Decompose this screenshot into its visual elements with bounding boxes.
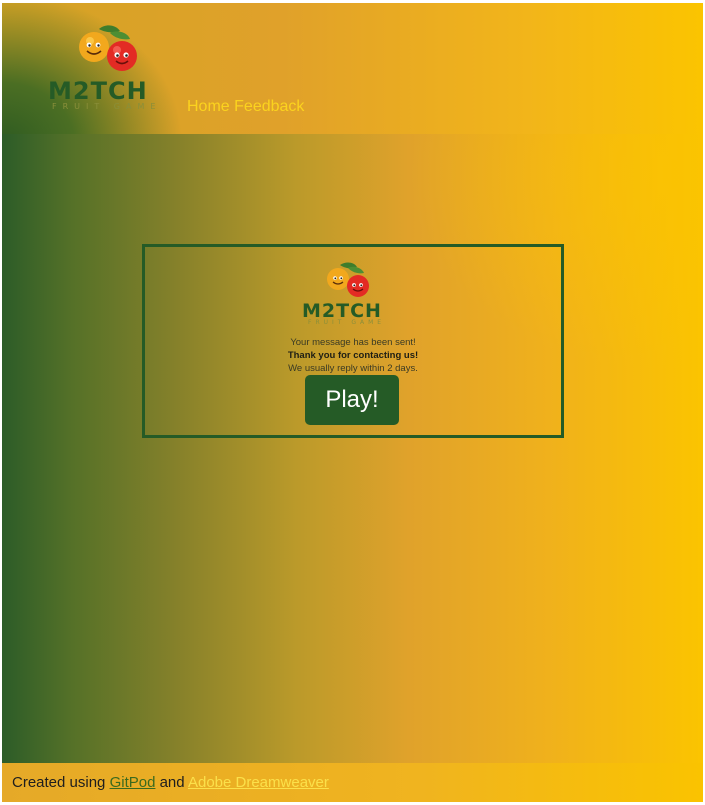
footer-prefix: Created using — [12, 774, 110, 791]
site-header: M2TCH FRUIT GAME Home Feedback — [2, 3, 703, 134]
site-footer: Created using GitPod and Adobe Dreamweav… — [2, 763, 703, 802]
play-button[interactable]: Play! — [305, 375, 399, 425]
footer-middle: and — [155, 774, 188, 791]
nav-feedback-link[interactable]: Feedback — [234, 98, 304, 115]
gitpod-link[interactable]: GitPod — [110, 774, 156, 791]
logo-title: M2TCH — [48, 77, 148, 105]
fruit-mascot-icon — [79, 25, 137, 71]
confirmation-card: M2TCH FRUIT GAME Your message has been s… — [142, 244, 564, 438]
logo-subtitle: FRUIT GAME — [52, 102, 162, 111]
reply-time-message: We usually reply within 2 days. — [288, 363, 418, 374]
dreamweaver-link[interactable]: Adobe Dreamweaver — [188, 774, 329, 791]
card-logo-subtitle: FRUIT GAME — [308, 319, 386, 326]
main-nav: Home Feedback — [187, 98, 304, 116]
card-logo: M2TCH FRUIT GAME — [302, 261, 412, 331]
footer-credits: Created using GitPod and Adobe Dreamweav… — [12, 774, 329, 791]
nav-home-link[interactable]: Home — [187, 98, 230, 115]
sent-message: Your message has been sent! — [290, 337, 416, 348]
main-content: M2TCH FRUIT GAME Your message has been s… — [2, 134, 703, 763]
page-frame: M2TCH FRUIT GAME Home Feedback M2TCH FRU… — [2, 3, 703, 802]
brand-logo[interactable]: M2TCH FRUIT GAME — [44, 23, 174, 113]
thanks-message: Thank you for contacting us! — [287, 350, 419, 361]
